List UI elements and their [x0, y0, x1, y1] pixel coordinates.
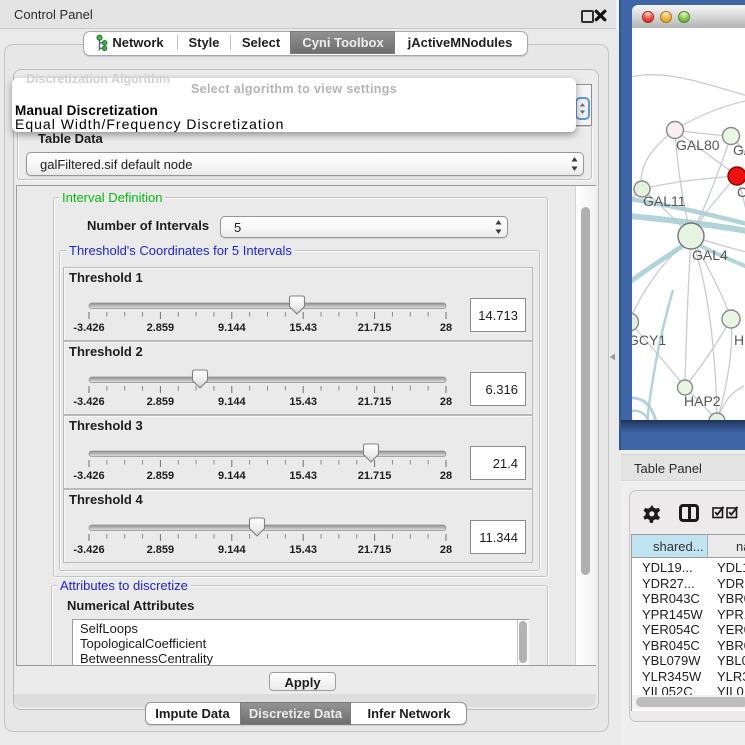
svg-text:28: 28	[440, 470, 452, 482]
svg-text:-3.426: -3.426	[73, 470, 104, 482]
svg-text:GAL80: GAL80	[676, 137, 720, 153]
svg-text:2.859: 2.859	[147, 396, 175, 408]
svg-text:-3.426: -3.426	[73, 322, 104, 334]
svg-text:C: C	[737, 184, 745, 200]
svg-text:GCY1: GCY1	[632, 332, 666, 348]
svg-text:9.144: 9.144	[218, 396, 246, 408]
svg-text:-3.426: -3.426	[73, 396, 104, 408]
svg-text:21.715: 21.715	[358, 396, 392, 408]
svg-text:2.859: 2.859	[147, 470, 175, 482]
svg-text:28: 28	[440, 544, 452, 556]
svg-text:GA: GA	[733, 142, 745, 158]
svg-text:H: H	[734, 332, 744, 348]
svg-text:HAP2: HAP2	[684, 393, 721, 409]
svg-text:9.144: 9.144	[218, 322, 246, 334]
svg-text:9.144: 9.144	[218, 544, 246, 556]
svg-text:21.715: 21.715	[358, 470, 392, 482]
svg-text:9.144: 9.144	[218, 470, 246, 482]
svg-text:2.859: 2.859	[147, 322, 175, 334]
svg-text:GAL4: GAL4	[692, 247, 728, 263]
svg-text:-3.426: -3.426	[73, 544, 104, 556]
svg-text:15.43: 15.43	[289, 544, 317, 556]
svg-text:15.43: 15.43	[289, 396, 317, 408]
svg-text:15.43: 15.43	[289, 322, 317, 334]
svg-text:21.715: 21.715	[358, 322, 392, 334]
svg-text:21.715: 21.715	[358, 544, 392, 556]
svg-text:2.859: 2.859	[147, 544, 175, 556]
svg-text:15.43: 15.43	[289, 470, 317, 482]
svg-text:28: 28	[440, 322, 452, 334]
svg-text:28: 28	[440, 396, 452, 408]
svg-text:GAL11: GAL11	[643, 193, 686, 209]
